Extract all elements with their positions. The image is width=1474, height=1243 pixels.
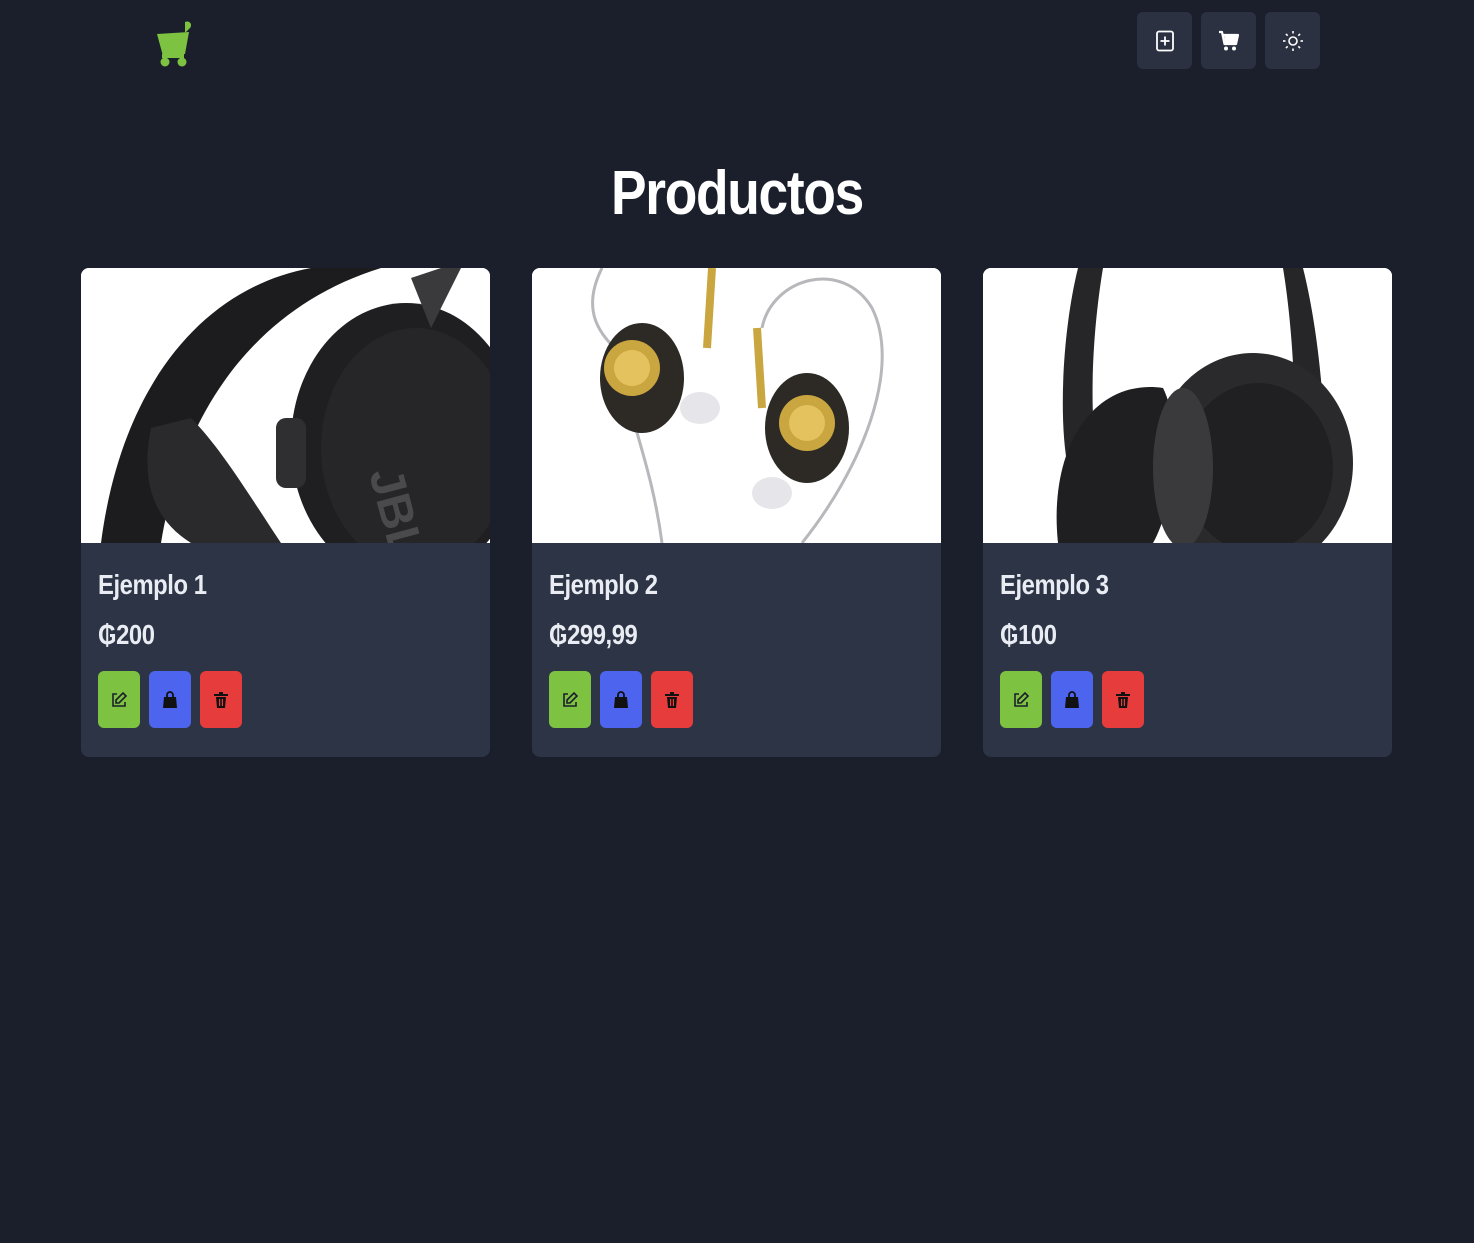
card-actions (1000, 671, 1375, 728)
product-price: ₲200 (98, 619, 155, 650)
trash-icon (665, 691, 679, 708)
buy-button[interactable] (1051, 671, 1093, 728)
cart-logo-icon[interactable] (155, 20, 195, 68)
theme-toggle-button[interactable] (1265, 12, 1320, 69)
shopping-bag-icon (614, 690, 628, 708)
card-actions (98, 671, 473, 728)
delete-button[interactable] (200, 671, 242, 728)
edit-icon (1014, 691, 1030, 707)
trash-icon (1116, 691, 1130, 708)
product-image-headphones[interactable] (983, 268, 1392, 543)
edit-icon (112, 691, 128, 707)
product-card: JBL Ejemplo 1 ₲200 (81, 268, 490, 757)
delete-button[interactable] (651, 671, 693, 728)
product-price: ₲299,99 (549, 619, 638, 650)
cart-button[interactable] (1201, 12, 1256, 69)
delete-button[interactable] (1102, 671, 1144, 728)
card-body: Ejemplo 1 ₲200 (81, 543, 490, 728)
product-name: Ejemplo 3 (1000, 569, 1109, 600)
product-price: ₲100 (1000, 619, 1057, 650)
trash-icon (214, 691, 228, 708)
buy-button[interactable] (600, 671, 642, 728)
page-title: Productos (610, 159, 864, 228)
buy-button[interactable] (149, 671, 191, 728)
card-actions (549, 671, 924, 728)
edit-icon (563, 691, 579, 707)
edit-button[interactable] (549, 671, 591, 728)
card-body: Ejemplo 3 ₲100 (983, 543, 1392, 728)
cart-icon (1218, 30, 1239, 50)
header-actions (1137, 12, 1320, 69)
product-grid: JBL Ejemplo 1 ₲200 Ejemplo 2 ₲299,99 Eje… (81, 268, 1392, 757)
card-body: Ejemplo 2 ₲299,99 (532, 543, 941, 728)
product-name: Ejemplo 2 (549, 569, 658, 600)
shopping-bag-icon (163, 690, 177, 708)
edit-button[interactable] (1000, 671, 1042, 728)
product-card: Ejemplo 3 ₲100 (983, 268, 1392, 757)
add-product-button[interactable] (1137, 12, 1192, 69)
product-image-headphones[interactable]: JBL (81, 268, 490, 543)
sun-icon (1282, 30, 1303, 51)
product-name: Ejemplo 1 (98, 569, 207, 600)
edit-button[interactable] (98, 671, 140, 728)
product-image-in-ear[interactable] (532, 268, 941, 543)
plus-square-icon (1155, 30, 1174, 51)
shopping-bag-icon (1065, 690, 1079, 708)
page: Productos JBL Ejemplo 1 ₲200 Ejemplo 2 ₲… (0, 0, 1474, 1243)
product-card: Ejemplo 2 ₲299,99 (532, 268, 941, 757)
